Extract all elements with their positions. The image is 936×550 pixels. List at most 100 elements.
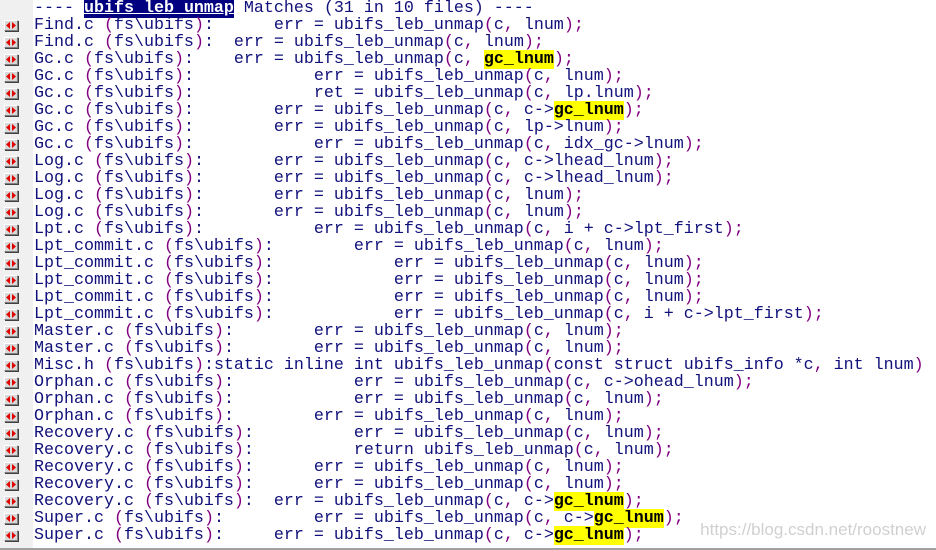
jump-to-match-icon[interactable] xyxy=(4,275,18,286)
punctuation: ; xyxy=(653,390,664,409)
result-text: Lpt.c (fs\ubifs): err = ubifs_leb_unmap(… xyxy=(34,221,744,238)
jump-to-match-icon[interactable] xyxy=(4,411,18,422)
jump-to-match-icon[interactable] xyxy=(4,54,18,65)
result-text: Log.c (fs\ubifs): err = ubifs_leb_unmap(… xyxy=(34,153,674,170)
jump-to-match-icon[interactable] xyxy=(4,122,18,133)
result-row[interactable]: Recovery.c (fs\ubifs): err = ubifs_leb_u… xyxy=(0,492,936,511)
result-row[interactable]: Orphan.c (fs\ubifs): err = ubifs_leb_unm… xyxy=(0,374,936,391)
jump-to-match-icon[interactable] xyxy=(4,190,18,201)
result-row[interactable]: Gc.c (fs\ubifs): ret = ubifs_leb_unmap(c… xyxy=(0,85,936,102)
result-text: Recovery.c (fs\ubifs): return ubifs_leb_… xyxy=(34,442,674,459)
result-row[interactable]: Lpt.c (fs\ubifs): err = ubifs_leb_unmap(… xyxy=(0,221,936,238)
result-row[interactable]: Find.c (fs\ubifs): err = ubifs_leb_unmap… xyxy=(0,17,936,34)
result-row[interactable]: Gc.c (fs\ubifs): err = ubifs_leb_unmap(c… xyxy=(0,50,936,69)
result-row[interactable]: Master.c (fs\ubifs): err = ubifs_leb_unm… xyxy=(0,323,936,340)
jump-to-match-icon[interactable] xyxy=(4,462,18,473)
result-location[interactable]: Super.c (fs\ubifs): xyxy=(34,526,224,545)
result-row[interactable]: Find.c (fs\ubifs): err = ubifs_leb_unmap… xyxy=(0,34,936,51)
punctuation: ; xyxy=(663,169,674,188)
result-row[interactable]: Gc.c (fs\ubifs): err = ubifs_leb_unmap(c… xyxy=(0,136,936,153)
jump-to-match-icon[interactable] xyxy=(4,258,18,269)
result-text: Gc.c (fs\ubifs): err = ubifs_leb_unmap(c… xyxy=(34,68,624,85)
result-text: Gc.c (fs\ubifs): err = ubifs_leb_unmap(c… xyxy=(34,50,574,69)
punctuation: ) xyxy=(723,220,734,239)
punctuation: , xyxy=(503,526,514,545)
punctuation: ; xyxy=(743,373,754,392)
jump-to-match-icon[interactable] xyxy=(4,513,18,524)
jump-to-match-icon[interactable] xyxy=(4,496,18,507)
result-row[interactable]: Gc.c (fs\ubifs): err = ubifs_leb_unmap(c… xyxy=(0,101,936,120)
jump-to-match-icon[interactable] xyxy=(4,394,18,405)
result-text: Recovery.c (fs\ubifs): err = ubifs_leb_u… xyxy=(34,492,644,511)
jump-to-match-icon[interactable] xyxy=(4,88,18,99)
result-text: Orphan.c (fs\ubifs): err = ubifs_leb_unm… xyxy=(34,408,624,425)
jump-to-match-icon[interactable] xyxy=(4,326,18,337)
punctuation: ; xyxy=(693,135,704,154)
result-text: Recovery.c (fs\ubifs): err = ubifs_leb_u… xyxy=(34,459,624,476)
jump-to-match-icon[interactable] xyxy=(4,292,18,303)
result-text: Gc.c (fs\ubifs): err = ubifs_leb_unmap(c… xyxy=(34,119,624,136)
jump-to-match-icon[interactable] xyxy=(4,241,18,252)
result-row[interactable]: Master.c (fs\ubifs): err = ubifs_leb_unm… xyxy=(0,340,936,357)
jump-to-match-icon[interactable] xyxy=(4,20,18,31)
result-text: Lpt_commit.c (fs\ubifs): err = ubifs_leb… xyxy=(34,238,664,255)
result-row[interactable]: Lpt_commit.c (fs\ubifs): err = ubifs_leb… xyxy=(0,255,936,272)
jump-to-match-icon[interactable] xyxy=(4,479,18,490)
result-row[interactable]: Recovery.c (fs\ubifs): err = ubifs_leb_u… xyxy=(0,459,936,476)
result-row[interactable]: Log.c (fs\ubifs): err = ubifs_leb_unmap(… xyxy=(0,204,936,221)
punctuation: ) xyxy=(623,526,634,545)
jump-to-match-icon[interactable] xyxy=(4,37,18,48)
result-text: Misc.h (fs\ubifs):static inline int ubif… xyxy=(34,357,924,374)
result-text: Master.c (fs\ubifs): err = ubifs_leb_unm… xyxy=(34,340,624,357)
result-row[interactable]: Orphan.c (fs\ubifs): err = ubifs_leb_unm… xyxy=(0,391,936,408)
header-text: ---- ubifs_leb_unmap Matches (31 in 10 f… xyxy=(34,0,534,18)
result-row[interactable]: Lpt_commit.c (fs\ubifs): err = ubifs_leb… xyxy=(0,306,936,323)
result-row[interactable]: Log.c (fs\ubifs): err = ubifs_leb_unmap(… xyxy=(0,170,936,187)
jump-to-match-icon[interactable] xyxy=(4,377,18,388)
jump-to-match-icon[interactable] xyxy=(4,343,18,354)
punctuation: ( xyxy=(483,526,494,545)
jump-to-match-icon[interactable] xyxy=(4,360,18,371)
result-row[interactable]: Gc.c (fs\ubifs): err = ubifs_leb_unmap(c… xyxy=(0,119,936,136)
result-row[interactable]: Recovery.c (fs\ubifs): err = ubifs_leb_u… xyxy=(0,476,936,493)
result-text: Lpt_commit.c (fs\ubifs): err = ubifs_leb… xyxy=(34,306,824,323)
punctuation: ) xyxy=(643,390,654,409)
result-row[interactable]: Lpt_commit.c (fs\ubifs): err = ubifs_leb… xyxy=(0,238,936,255)
punctuation: ; xyxy=(733,220,744,239)
result-row[interactable]: Misc.h (fs\ubifs):static inline int ubif… xyxy=(0,357,936,374)
result-text: Find.c (fs\ubifs): err = ubifs_leb_unmap… xyxy=(34,17,584,34)
result-row[interactable]: Recovery.c (fs\ubifs): return ubifs_leb_… xyxy=(0,442,936,459)
jump-to-match-icon[interactable] xyxy=(4,139,18,150)
result-row[interactable]: Gc.c (fs\ubifs): err = ubifs_leb_unmap(c… xyxy=(0,68,936,85)
result-row[interactable]: Lpt_commit.c (fs\ubifs): err = ubifs_leb… xyxy=(0,289,936,306)
jump-to-match-icon[interactable] xyxy=(4,156,18,167)
result-text: Find.c (fs\ubifs): err = ubifs_leb_unmap… xyxy=(34,34,544,51)
result-text: Gc.c (fs\ubifs): err = ubifs_leb_unmap(c… xyxy=(34,136,704,153)
result-text: Master.c (fs\ubifs): err = ubifs_leb_unm… xyxy=(34,323,624,340)
code-text: int lnum xyxy=(823,356,914,375)
jump-to-match-icon[interactable] xyxy=(4,445,18,456)
result-row[interactable]: Log.c (fs\ubifs): err = ubifs_leb_unmap(… xyxy=(0,153,936,170)
result-code: err = ubifs_leb_unmap(c, c->gc_lnum); xyxy=(224,526,644,545)
result-text: Log.c (fs\ubifs): err = ubifs_leb_unmap(… xyxy=(34,170,674,187)
watermark: https://blog.csdn.net/roostnew xyxy=(700,520,926,539)
jump-to-match-icon[interactable] xyxy=(4,530,18,541)
jump-to-match-icon[interactable] xyxy=(4,224,18,235)
punctuation: ) xyxy=(653,169,664,188)
jump-to-match-icon[interactable] xyxy=(4,428,18,439)
location-text: Super.c xyxy=(34,526,114,545)
punctuation: ( xyxy=(113,526,124,545)
jump-to-match-icon[interactable] xyxy=(4,207,18,218)
jump-to-match-icon[interactable] xyxy=(4,105,18,116)
jump-to-match-icon[interactable] xyxy=(4,309,18,320)
jump-to-match-icon[interactable] xyxy=(4,71,18,82)
punctuation: , xyxy=(623,305,634,324)
location-text: : xyxy=(213,526,224,545)
punctuation: ) xyxy=(803,305,814,324)
jump-to-match-icon[interactable] xyxy=(4,173,18,184)
result-row[interactable]: Orphan.c (fs\ubifs): err = ubifs_leb_unm… xyxy=(0,408,936,425)
result-row[interactable]: Lpt_commit.c (fs\ubifs): err = ubifs_leb… xyxy=(0,272,936,289)
result-row[interactable]: Log.c (fs\ubifs): err = ubifs_leb_unmap(… xyxy=(0,187,936,204)
result-row[interactable]: Recovery.c (fs\ubifs): err = ubifs_leb_u… xyxy=(0,425,936,442)
punctuation: ) xyxy=(733,373,744,392)
